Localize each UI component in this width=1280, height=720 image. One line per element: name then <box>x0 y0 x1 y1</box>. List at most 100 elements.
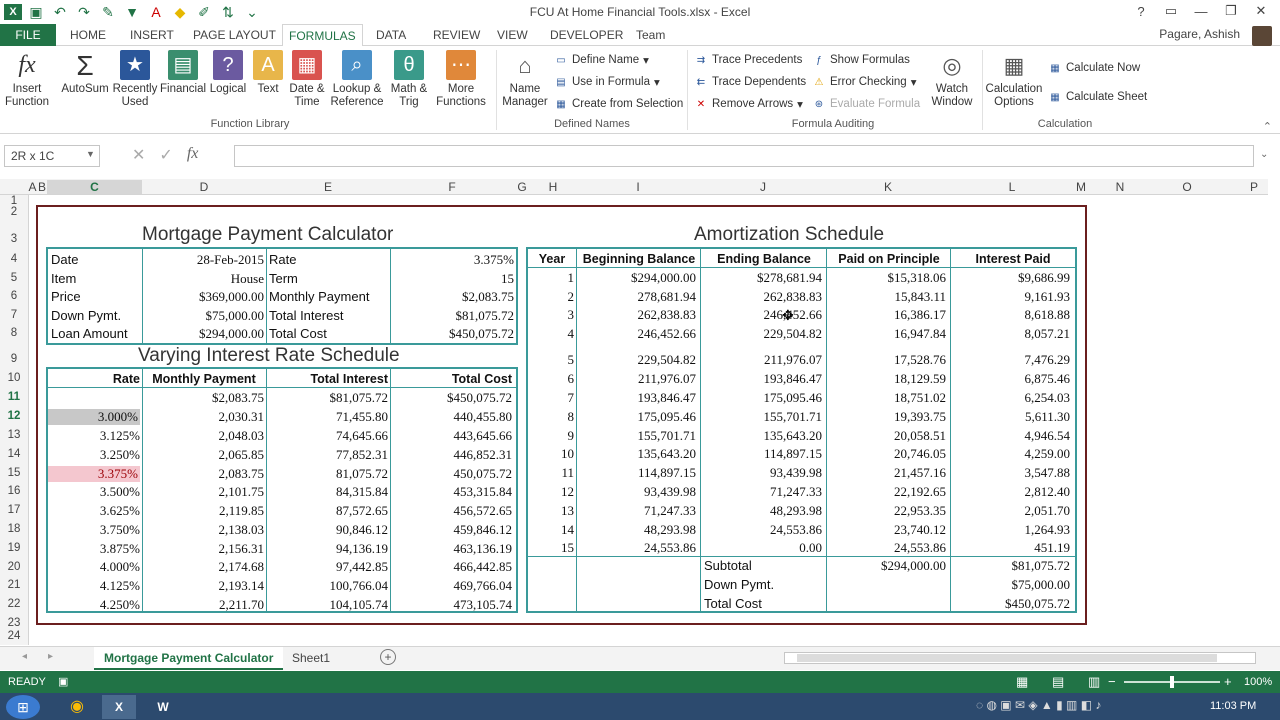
row-header[interactable]: 3 <box>0 233 28 245</box>
column-header-h[interactable]: H <box>530 180 576 194</box>
row-header[interactable]: 7 <box>0 309 28 321</box>
calculation-options-button[interactable]: ▦ Calculation Options <box>984 50 1044 109</box>
tab-home[interactable]: HOME <box>64 24 112 46</box>
macro-record-icon[interactable]: ▣ <box>58 675 68 688</box>
calc-value[interactable]: $450,075.72 <box>392 326 514 342</box>
trace-precedents-button[interactable]: ⇉ Trace Precedents <box>694 51 803 69</box>
show-formulas-button[interactable]: ƒ Show Formulas <box>812 51 910 69</box>
amortization-cell[interactable]: 18,129.59 <box>828 371 946 387</box>
varying-cell[interactable]: 2,030.31 <box>144 409 265 425</box>
column-header-l[interactable]: L <box>950 180 1074 194</box>
row-header[interactable]: 4 <box>0 253 28 265</box>
tray-icons[interactable]: ◌ ◍ ▣ ✉ ◈ ▲ ▮ ▥ ◧ ♪ <box>976 698 1101 712</box>
tab-data[interactable]: DATA <box>370 24 412 46</box>
varying-cell[interactable]: 97,442.85 <box>268 559 388 575</box>
amortization-cell[interactable]: 155,701.71 <box>578 428 697 444</box>
row-header[interactable]: 14 <box>0 448 28 460</box>
varying-cell[interactable]: 3.375% <box>48 466 140 482</box>
amortization-cell[interactable]: 19,393.75 <box>828 409 946 425</box>
insert-function-button[interactable]: fx Insert Function <box>4 50 50 109</box>
minimize-icon[interactable]: — <box>1186 0 1216 22</box>
sheet-tab-mortgage[interactable]: Mortgage Payment Calculator <box>94 647 284 670</box>
amortization-cell[interactable]: 21,457.16 <box>828 465 946 481</box>
calc-value[interactable]: 28-Feb-2015 <box>144 252 264 268</box>
recently-used-button[interactable]: ★ Recently Used <box>112 50 158 109</box>
calculate-now-button[interactable]: ▦ Calculate Now <box>1048 59 1140 77</box>
amortization-cell[interactable]: 175,095.46 <box>578 409 697 425</box>
amortization-cell[interactable]: 15,843.11 <box>828 289 946 305</box>
amortization-cell[interactable]: 15 <box>528 540 574 556</box>
page-layout-view-icon[interactable]: ▤ <box>1052 674 1064 690</box>
row-header[interactable]: 9 <box>0 353 28 365</box>
horizontal-scrollbar[interactable] <box>784 652 1256 664</box>
total-cost-value[interactable]: $450,075.72 <box>952 596 1070 612</box>
amortization-cell[interactable]: 5,611.30 <box>952 409 1070 425</box>
amortization-cell[interactable]: 114,897.15 <box>702 446 822 462</box>
varying-cell[interactable]: 2,083.75 <box>144 466 265 482</box>
varying-cell[interactable]: 104,105.74 <box>268 597 389 613</box>
row-header[interactable]: 2 <box>0 206 28 218</box>
amortization-cell[interactable]: 17,528.76 <box>828 352 946 368</box>
amortization-cell[interactable]: 1 <box>528 270 575 286</box>
excel-taskbar-icon[interactable]: X <box>102 695 136 719</box>
error-checking-button[interactable]: ⚠ Error Checking ▾ <box>812 73 917 91</box>
amortization-cell[interactable]: 93,439.98 <box>702 465 822 481</box>
amortization-cell[interactable]: 229,504.82 <box>578 352 697 368</box>
amortization-cell[interactable]: 93,439.98 <box>578 484 696 500</box>
varying-cell[interactable]: 2,138.03 <box>144 522 265 538</box>
remove-arrows-button[interactable]: ✕ Remove Arrows ▾ <box>694 95 803 113</box>
amortization-cell[interactable]: 3,547.88 <box>952 465 1071 481</box>
zoom-in-icon[interactable]: + <box>1224 674 1232 689</box>
varying-cell[interactable]: 450,075.72 <box>392 466 513 482</box>
formula-input[interactable] <box>234 145 1254 167</box>
amortization-cell[interactable]: 6,875.46 <box>952 371 1071 387</box>
amortization-cell[interactable]: 246,452.66 <box>578 326 697 342</box>
varying-cell[interactable]: 2,119.85 <box>144 503 264 519</box>
amortization-cell[interactable]: 24,553.86 <box>828 540 946 556</box>
varying-cell[interactable]: $81,075.72 <box>268 390 389 406</box>
amortization-cell[interactable]: 48,293.98 <box>578 522 696 538</box>
user-name[interactable]: Pagare, Ashish <box>1159 27 1240 41</box>
calc-value[interactable]: 3.375% <box>392 252 514 268</box>
varying-cell[interactable]: 2,065.85 <box>144 447 265 463</box>
varying-cell[interactable]: 100,766.04 <box>268 578 389 594</box>
varying-cell[interactable]: 463,136.19 <box>392 541 513 557</box>
math-trig-button[interactable]: θ Math & Trig <box>386 50 432 109</box>
tab-insert[interactable]: INSERT <box>124 24 180 46</box>
varying-cell[interactable]: 473,105.74 <box>392 597 513 613</box>
next-sheet-icon[interactable]: ▸ <box>48 651 53 662</box>
help-icon[interactable]: ? <box>1126 0 1156 22</box>
zoom-out-icon[interactable]: − <box>1108 674 1116 689</box>
calculate-sheet-button[interactable]: ▦ Calculate Sheet <box>1048 88 1147 106</box>
amortization-cell[interactable]: 2,812.40 <box>952 484 1071 500</box>
amortization-cell[interactable]: $15,318.06 <box>828 270 947 286</box>
row-header[interactable]: 15 <box>0 467 28 479</box>
add-sheet-icon[interactable]: + <box>380 649 396 665</box>
amortization-cell[interactable]: 262,838.83 <box>578 307 697 323</box>
varying-cell[interactable]: 469,766.04 <box>392 578 513 594</box>
clock[interactable]: 11:03 PM <box>1210 700 1256 712</box>
amortization-cell[interactable]: $278,681.94 <box>702 270 822 286</box>
amortization-cell[interactable]: 246,452.66 <box>702 307 823 323</box>
amortization-cell[interactable]: 278,681.94 <box>578 289 697 305</box>
amortization-cell[interactable]: 20,058.51 <box>828 428 946 444</box>
column-header-d[interactable]: D <box>142 180 266 194</box>
varying-cell[interactable]: 3.625% <box>48 503 140 519</box>
tab-page-layout[interactable]: PAGE LAYOUT <box>187 24 282 46</box>
row-header[interactable]: 16 <box>0 485 28 497</box>
avatar[interactable] <box>1252 26 1272 46</box>
amortization-cell[interactable]: $9,686.99 <box>952 270 1070 286</box>
amortization-cell[interactable]: $294,000.00 <box>578 270 696 286</box>
amortization-cell[interactable]: 9,161.93 <box>952 289 1071 305</box>
subtotal-interest[interactable]: $81,075.72 <box>952 558 1071 574</box>
column-header-o[interactable]: O <box>1152 180 1222 194</box>
fx-icon[interactable]: fx <box>187 145 199 165</box>
amortization-cell[interactable]: 211,976.07 <box>702 352 822 368</box>
varying-cell[interactable]: 3.500% <box>48 484 140 500</box>
amortization-cell[interactable]: 8,618.88 <box>952 307 1071 323</box>
varying-cell[interactable]: 2,174.68 <box>144 559 265 575</box>
row-header[interactable]: 11 <box>0 391 28 403</box>
word-taskbar-icon[interactable]: W <box>146 695 180 719</box>
down-payment-value[interactable]: $75,000.00 <box>952 577 1071 593</box>
amortization-cell[interactable]: 7,476.29 <box>952 352 1071 368</box>
